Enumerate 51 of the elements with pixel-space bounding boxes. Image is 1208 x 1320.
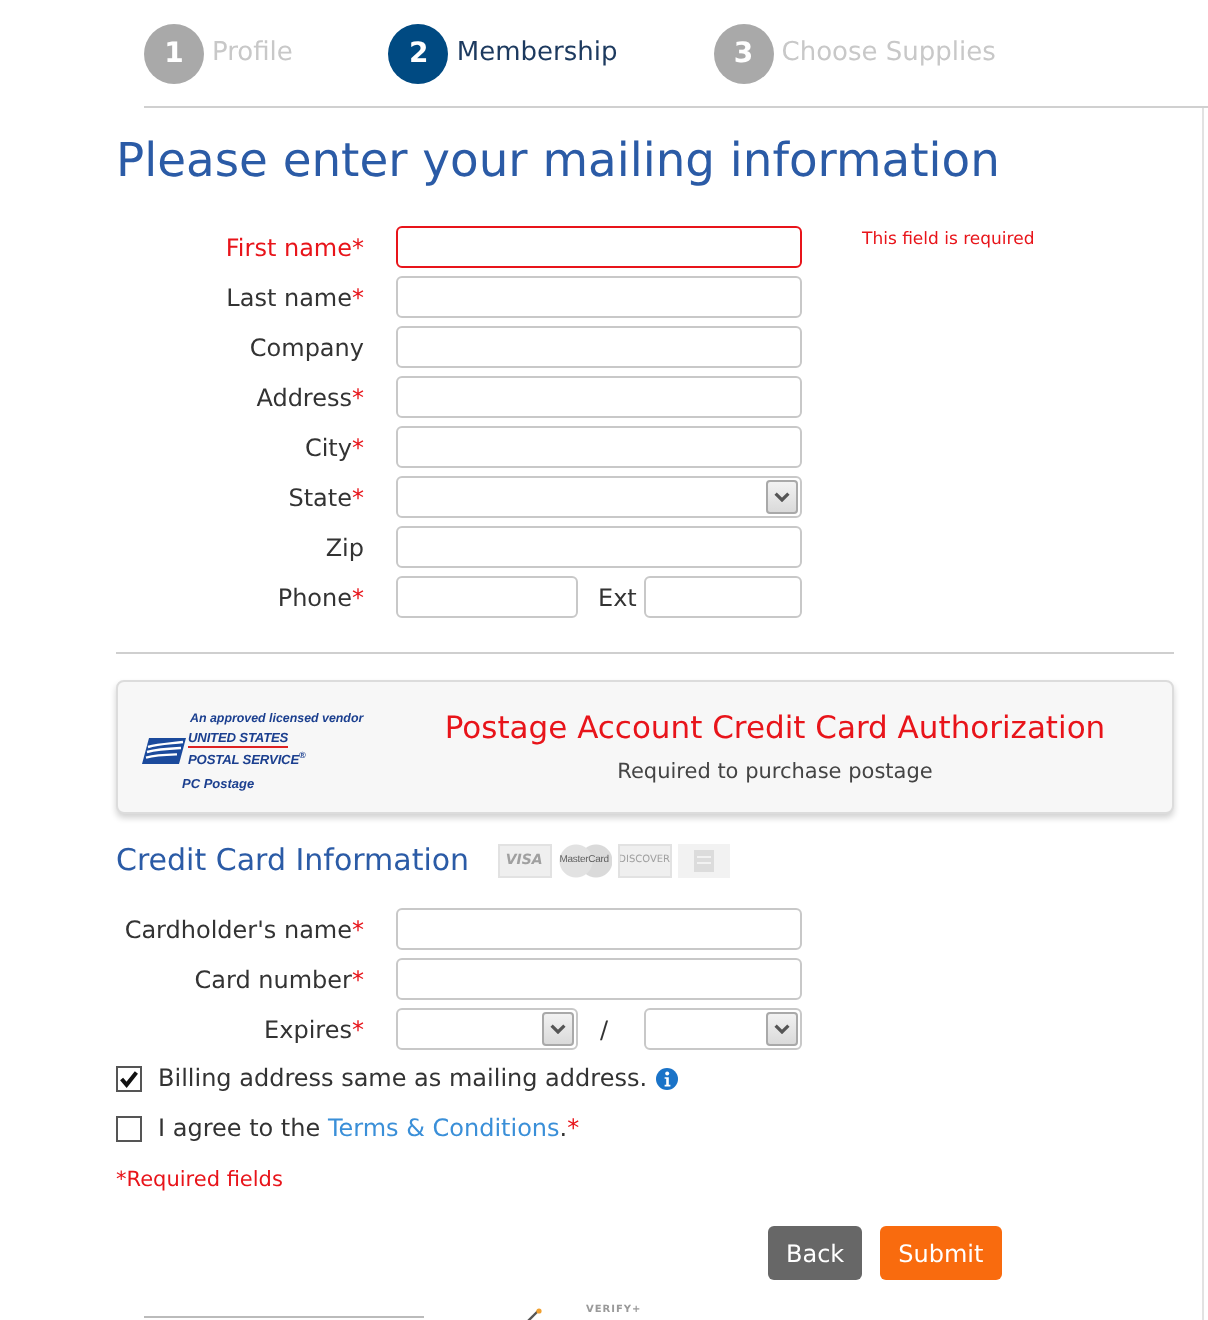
- input-field[interactable]: [396, 526, 802, 568]
- section-title: Credit Card Information: [116, 842, 470, 878]
- page-title: Please enter your mailing information: [116, 132, 1000, 188]
- input-field[interactable]: [396, 326, 802, 368]
- phone-field[interactable]: [396, 576, 578, 618]
- checkbox[interactable]: [116, 1065, 142, 1091]
- required-note: *Required fields: [116, 1166, 283, 1194]
- card-icon: [677, 843, 730, 877]
- checkbox-label: I agree to the Terms & Conditions.*: [158, 1114, 580, 1142]
- field-label: Zip: [323, 533, 364, 561]
- info-icon[interactable]: [655, 1067, 678, 1089]
- submit-button[interactable]: Submit: [880, 1226, 1002, 1280]
- field-label: Last name*: [224, 283, 364, 311]
- chevron-down-icon: [550, 1024, 566, 1034]
- back-button[interactable]: Back: [768, 1226, 863, 1280]
- checkbox-label: Billing address same as mailing address.: [158, 1064, 648, 1092]
- field-label: Cardholder's name*: [122, 915, 364, 943]
- select-field[interactable]: [396, 476, 802, 518]
- error-message: This field is required: [862, 230, 1035, 250]
- input-field[interactable]: [396, 958, 802, 1000]
- chevron-down-icon: [774, 492, 790, 502]
- chevron-down-icon: [774, 1024, 790, 1034]
- input-field[interactable]: [396, 276, 802, 318]
- terms-link[interactable]: Terms & Conditions: [327, 1114, 560, 1142]
- checkbox[interactable]: [116, 1115, 142, 1141]
- pin-icon: [526, 1308, 542, 1320]
- input-field[interactable]: [396, 426, 802, 468]
- input-field[interactable]: [396, 376, 802, 418]
- field-label: Company: [247, 333, 364, 361]
- ext-field[interactable]: [644, 576, 802, 618]
- field-label: First name*: [223, 233, 364, 261]
- field-label: Card number*: [192, 965, 364, 993]
- ext-label: Ext: [598, 583, 637, 611]
- dropdown-button[interactable]: [542, 1012, 574, 1046]
- banner-title: Postage Account Credit Card Authorization: [444, 710, 1106, 746]
- eagle-icon: [142, 738, 186, 764]
- field-label: Address*: [254, 383, 364, 411]
- banner-subtitle: Required to purchase postage: [617, 760, 933, 784]
- input-field[interactable]: [396, 226, 802, 268]
- step-label[interactable]: Membership: [456, 38, 618, 68]
- field-label: Expires*: [262, 1015, 364, 1043]
- input-field[interactable]: [396, 908, 802, 950]
- field-label: City*: [302, 433, 364, 461]
- step-number[interactable]: 2: [388, 23, 449, 83]
- date-separator: /: [600, 1015, 609, 1043]
- dropdown-button[interactable]: [766, 480, 798, 514]
- step-number[interactable]: 1: [144, 23, 204, 83]
- step-number[interactable]: 3: [713, 23, 774, 83]
- dropdown-button[interactable]: [766, 1012, 798, 1046]
- field-label: Phone*: [275, 583, 364, 611]
- field-label: State*: [286, 483, 364, 511]
